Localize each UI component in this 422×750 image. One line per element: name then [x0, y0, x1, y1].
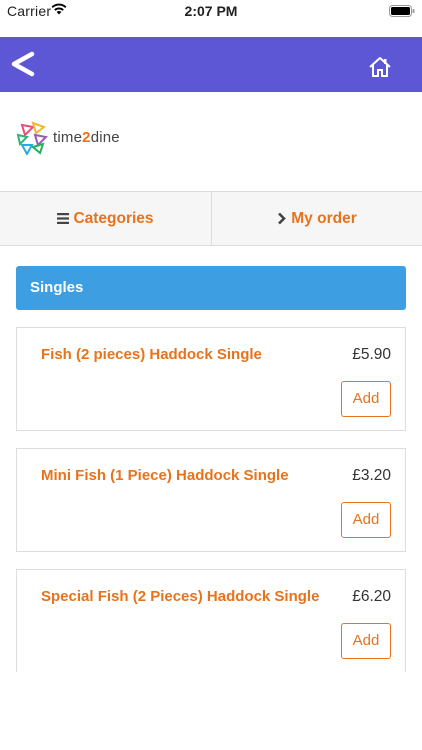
add-button[interactable]: Add: [341, 381, 391, 417]
items-clip: Fish (2 pieces) Haddock Single £5.90 Add…: [0, 0, 422, 672]
add-button[interactable]: Add: [341, 623, 391, 659]
item-name: Special Fish (2 Pieces) Haddock Single: [41, 588, 320, 605]
item-name: Fish (2 pieces) Haddock Single: [41, 346, 262, 363]
item-price: £6.20: [352, 588, 391, 605]
item-name: Mini Fish (1 Piece) Haddock Single: [41, 467, 289, 484]
menu-item-card: Fish (2 pieces) Haddock Single £5.90 Add: [16, 327, 406, 431]
item-price: £5.90: [352, 346, 391, 363]
item-price: £3.20: [352, 467, 391, 484]
add-button[interactable]: Add: [341, 502, 391, 538]
menu-item-card: Mini Fish (1 Piece) Haddock Single £3.20…: [16, 448, 406, 552]
menu-item-card: Special Fish (2 Pieces) Haddock Single £…: [16, 569, 406, 672]
